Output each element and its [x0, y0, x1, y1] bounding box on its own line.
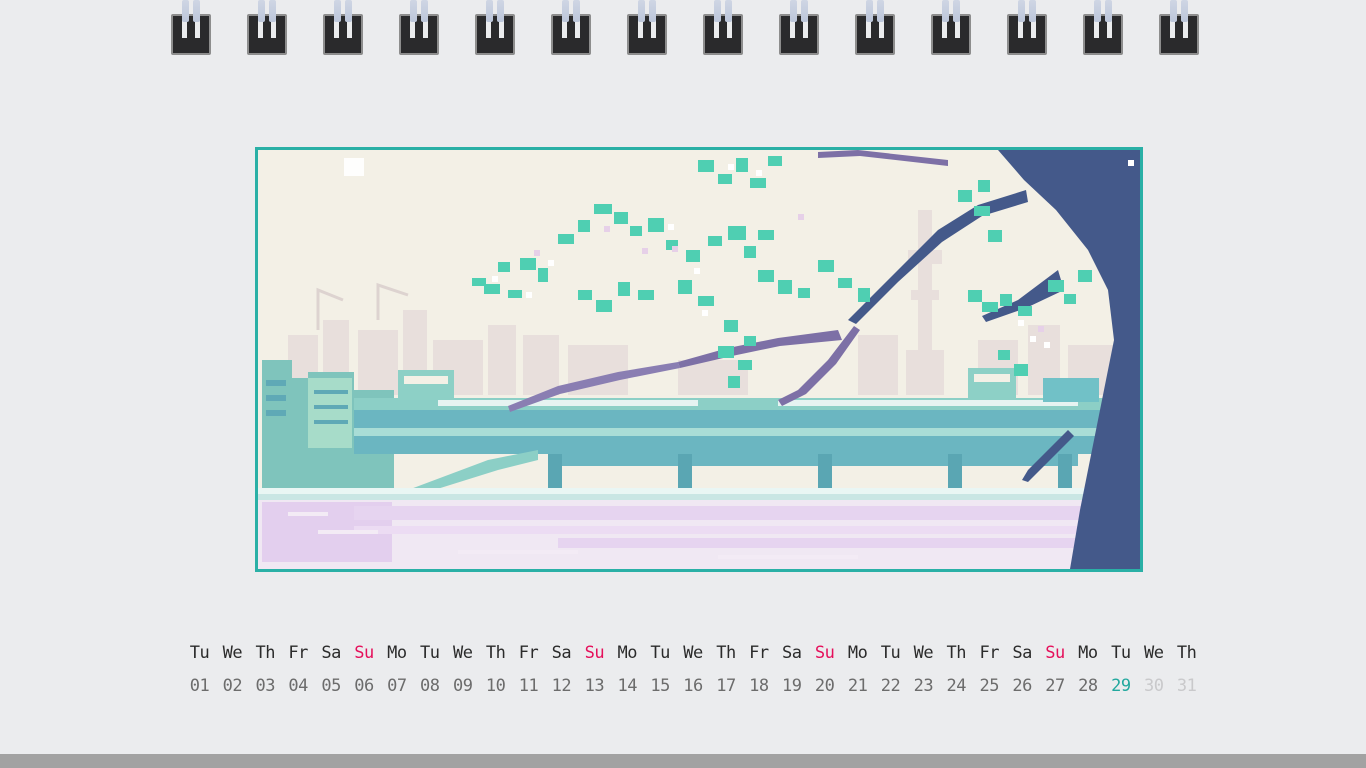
weekday-label: Fr — [979, 643, 999, 663]
binder-ring-icon — [399, 0, 439, 56]
calendar-artwork — [255, 147, 1143, 572]
taskbar-edge — [0, 754, 1366, 768]
weekday-label: Sa — [782, 643, 802, 663]
pixel-city-illustration — [258, 150, 1140, 569]
day-number: 28 — [1078, 676, 1098, 696]
weekday-label: Th — [946, 643, 967, 663]
binder-ring-icon — [779, 0, 819, 56]
day-number: 08 — [420, 676, 440, 696]
binder-ring-icon — [1159, 0, 1199, 56]
day-number: 06 — [354, 676, 374, 696]
binder-ring-icon — [475, 0, 515, 56]
weekday-label: Fr — [518, 643, 539, 663]
day-number: 20 — [814, 676, 835, 696]
binder-ring-icon — [247, 0, 287, 56]
day-number: 16 — [683, 676, 703, 696]
weekday-label: We — [683, 643, 703, 663]
weekday-label: Th — [716, 643, 736, 663]
weekday-label: Tu — [420, 643, 440, 663]
day-number: 23 — [913, 676, 934, 696]
day-number: 15 — [650, 676, 670, 696]
day-number: 13 — [584, 676, 605, 696]
day-number: 14 — [617, 676, 637, 696]
weekday-label: Mo — [1078, 643, 1098, 663]
desktop-calendar-widget: Tu We Th Fr Sa Su Mo Tu We Th Fr Sa Su Mo Tu We Th Fr Sa Su… — [0, 0, 1366, 768]
day-number: 18 — [749, 676, 769, 696]
day-number: 02 — [222, 676, 243, 696]
weekday-label: We — [1143, 643, 1164, 663]
day-number: 05 — [321, 676, 341, 696]
weekday-label: Su — [584, 643, 605, 663]
weekday-label: Sa — [1012, 643, 1032, 663]
day-number: 03 — [255, 676, 276, 696]
weekday-label: Tu — [1111, 643, 1131, 663]
binder-ring-icon — [171, 0, 211, 56]
weekday-label: Fr — [288, 643, 308, 663]
day-row: 01 02 03 04 05 06 07 08 09 10 11 12 13 14 15 16 17 18 19 20… — [183, 673, 1203, 699]
day-number: 22 — [880, 676, 901, 696]
binder-ring-icon — [931, 0, 971, 56]
weekday-label: Su — [1045, 643, 1065, 663]
day-number: 04 — [288, 676, 308, 696]
day-number-today: 29 — [1111, 676, 1131, 696]
weekday-label: Sa — [321, 643, 341, 663]
binder-ring-icon — [323, 0, 363, 56]
day-number: 25 — [979, 676, 999, 696]
binder-ring-icon — [1083, 0, 1123, 56]
day-number: 11 — [518, 676, 539, 696]
weekday-label: Mo — [617, 643, 637, 663]
day-number: 12 — [551, 676, 572, 696]
weekday-label: We — [452, 643, 473, 663]
weekday-label: Mo — [387, 643, 407, 663]
weekday-label: We — [222, 643, 243, 663]
weekday-label: Su — [814, 643, 835, 663]
day-number: 19 — [782, 676, 802, 696]
day-number: 27 — [1045, 676, 1065, 696]
day-number: 21 — [847, 676, 868, 696]
weekday-label: Tu — [650, 643, 670, 663]
weekday-label: Tu — [880, 643, 901, 663]
binder-ring-icon — [551, 0, 591, 56]
binder-ring-icon — [703, 0, 743, 56]
day-number: 17 — [716, 676, 736, 696]
weekday-label: Th — [255, 643, 276, 663]
day-number: 30 — [1143, 676, 1164, 696]
weekday-label: Mo — [847, 643, 868, 663]
binder-ring-icon — [627, 0, 667, 56]
weekday-label: Tu — [189, 643, 210, 663]
day-number: 26 — [1012, 676, 1032, 696]
binder-ring-icon — [1007, 0, 1047, 56]
spiral-binding — [171, 0, 1201, 56]
day-number: 01 — [189, 676, 210, 696]
weekday-label: We — [913, 643, 934, 663]
binder-ring-icon — [855, 0, 895, 56]
weekday-label: Fr — [749, 643, 769, 663]
weekday-label: Sa — [551, 643, 572, 663]
river-reflection — [258, 500, 1140, 569]
month-strip: Tu We Th Fr Sa Su Mo Tu We Th Fr Sa Su Mo Tu We Th Fr Sa Su… — [183, 640, 1203, 699]
day-number: 31 — [1176, 676, 1197, 696]
day-number: 24 — [946, 676, 967, 696]
weekday-label: Th — [1176, 643, 1197, 663]
weekday-row: Tu We Th Fr Sa Su Mo Tu We Th Fr Sa Su Mo Tu We Th Fr Sa Su… — [183, 640, 1203, 666]
weekday-label: Th — [485, 643, 506, 663]
day-number: 09 — [452, 676, 473, 696]
day-number: 07 — [387, 676, 407, 696]
day-number: 10 — [485, 676, 506, 696]
weekday-label: Su — [354, 643, 374, 663]
